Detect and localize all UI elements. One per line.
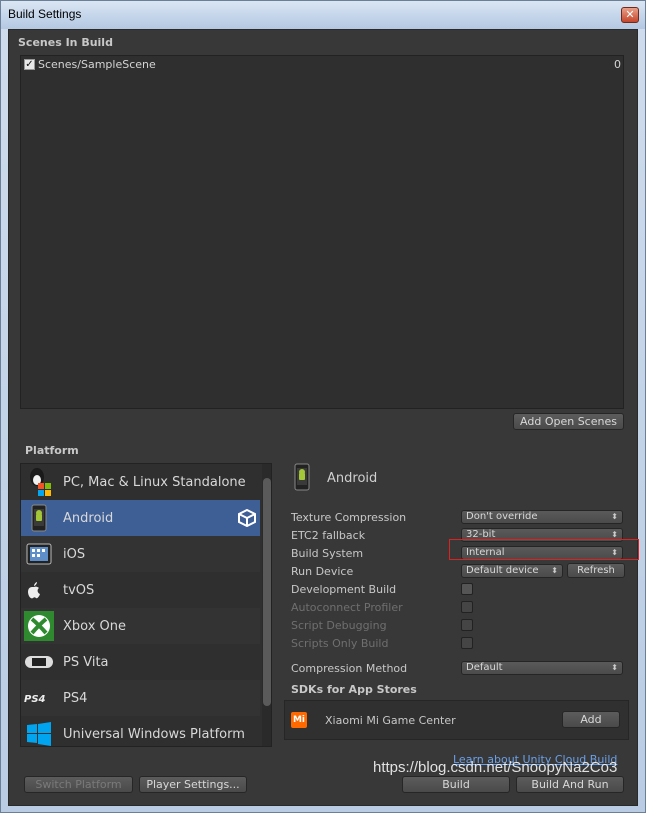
platform-item-tvos[interactable]: tvOS [21,572,260,608]
switch-platform-button[interactable]: Switch Platform [24,776,133,793]
svg-text:PS4: PS4 [24,694,46,705]
development-build-checkbox[interactable] [461,583,473,595]
dropdown-arrow-icon: ⬍ [611,512,618,521]
scene-name: Scenes/SampleScene [38,58,156,71]
xiaomi-logo-icon: Mi [291,712,307,728]
run-device-label: Run Device [291,565,354,578]
android-icon [31,504,47,532]
platform-settings-pane: Android Texture Compression Don't overri… [284,463,639,766]
platform-label: tvOS [63,583,95,598]
platform-label: Android [63,511,114,526]
autoconnect-profiler-checkbox[interactable] [461,601,473,613]
platform-title: Android [327,471,378,486]
platform-label: iOS [63,547,86,562]
platform-list[interactable]: PC, Mac & Linux Standalone Android iOS t… [20,463,272,747]
unity-logo-icon [238,509,256,527]
build-system-label: Build System [291,547,364,560]
pc-mac-linux-icon [30,468,51,496]
build-button[interactable]: Build [402,776,510,793]
add-open-scenes-button[interactable]: Add Open Scenes [513,413,624,430]
scrollbar-thumb[interactable] [263,478,271,706]
sdk-name: Xiaomi Mi Game Center [325,714,456,727]
platform-label: PS Vita [63,655,109,670]
psvita-icon [25,656,53,668]
texture-compression-dropdown[interactable]: Don't override ⬍ [461,510,623,524]
window-title: Build Settings [8,7,82,21]
highlight-annotation [449,539,639,560]
platform-item-pc[interactable]: PC, Mac & Linux Standalone [21,464,260,500]
platform-item-xbox[interactable]: Xbox One [21,608,260,644]
autoconnect-profiler-label: Autoconnect Profiler [291,601,403,614]
texture-compression-label: Texture Compression [291,511,407,524]
scripts-only-build-label: Scripts Only Build [291,637,389,650]
compression-method-dropdown[interactable]: Default ⬍ [461,661,623,675]
script-debugging-checkbox[interactable] [461,619,473,631]
scenes-header: Scenes In Build [18,36,113,49]
tvos-icon [28,582,40,599]
development-build-label: Development Build [291,583,397,596]
title-bar[interactable]: Build Settings ✕ [1,1,645,29]
platform-item-ios[interactable]: iOS [21,536,260,572]
platform-item-uwp[interactable]: Universal Windows Platform [21,716,260,746]
script-debugging-label: Script Debugging [291,619,387,632]
scripts-only-build-checkbox[interactable] [461,637,473,649]
platform-item-android[interactable]: Android [21,500,260,536]
build-and-run-button[interactable]: Build And Run [516,776,624,793]
client-area: Scenes In Build ✓ Scenes/SampleScene 0 A… [8,29,639,806]
compression-method-label: Compression Method [291,662,408,675]
platform-item-psvita[interactable]: PS Vita [21,644,260,680]
sdk-row-xiaomi: Mi Xiaomi Mi Game Center Add [284,700,629,740]
dropdown-value: Default [466,662,503,673]
dropdown-value: Default device [466,565,539,576]
scene-row[interactable]: ✓ Scenes/SampleScene 0 [23,58,621,72]
player-settings-button[interactable]: Player Settings... [139,776,247,793]
dropdown-arrow-icon: ⬍ [551,566,558,575]
close-button[interactable]: ✕ [621,7,639,23]
platform-item-ps4[interactable]: PS4 PS4 [21,680,260,716]
build-settings-window: Build Settings ✕ Scenes In Build ✓ Scene… [0,0,646,813]
windows-icon [27,722,51,746]
refresh-button[interactable]: Refresh [567,563,625,578]
run-device-dropdown[interactable]: Default device ⬍ [461,564,563,578]
sdk-add-button[interactable]: Add [562,711,620,728]
etc2-fallback-label: ETC2 fallback [291,529,366,542]
ps4-icon: PS4 [24,694,46,705]
scene-index: 0 [614,58,621,71]
ios-icon [26,543,52,565]
platform-label: PS4 [63,691,88,706]
xbox-icon [24,611,54,641]
scenes-list[interactable]: ✓ Scenes/SampleScene 0 [20,55,624,409]
platform-label: Universal Windows Platform [63,727,245,742]
platform-header: Platform [25,444,79,457]
platform-scrollbar[interactable] [262,464,271,746]
android-header-icon [294,463,310,491]
scene-checkbox[interactable]: ✓ [24,59,35,70]
dropdown-arrow-icon: ⬍ [611,663,618,672]
platform-label: Xbox One [63,619,127,634]
dropdown-value: Don't override [466,511,538,522]
watermark-text: https://blog.csdn.net/SnoopyNa2Co3 [373,759,618,776]
sdks-header: SDKs for App Stores [291,683,417,696]
platform-label: PC, Mac & Linux Standalone [63,475,246,490]
